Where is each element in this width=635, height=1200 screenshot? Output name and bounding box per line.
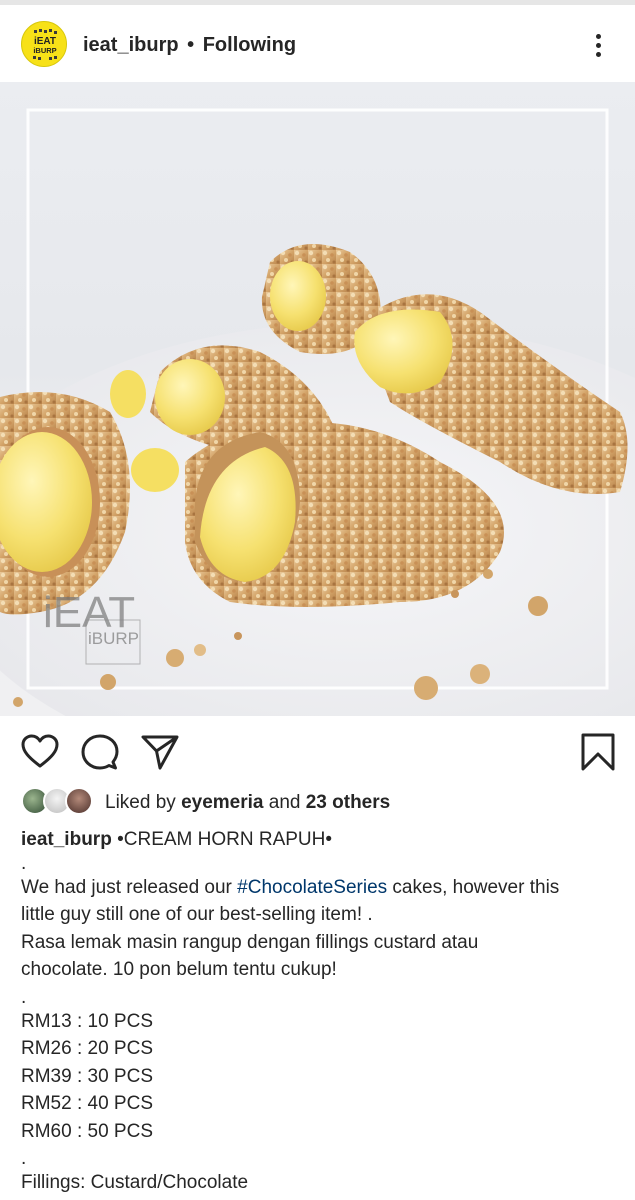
send-icon[interactable]	[140, 732, 180, 772]
post-header: iEAT iBURP ieat_iburp • Following	[0, 5, 635, 82]
caption-dot: .	[21, 852, 27, 874]
price-line: RM60 : 50 PCS	[21, 1120, 153, 1142]
caption: ieat_iburp •CREAM HORN RAPUH• . We had j…	[21, 826, 621, 1197]
avatar[interactable]: iEAT iBURP	[21, 21, 67, 67]
comment-icon[interactable]	[80, 732, 120, 772]
caption-line: little guy still one of our best-selling…	[21, 904, 373, 925]
price-line: RM39 : 30 PCS	[21, 1065, 153, 1087]
caption-dot: .	[21, 1148, 27, 1169]
caption-line1-a: We had just released our	[21, 876, 238, 898]
likes-conjunction: and	[268, 792, 301, 813]
likes-text: Liked by eyemeria and 23 others	[105, 792, 390, 814]
more-vertical-icon[interactable]	[588, 31, 608, 61]
caption-dot: .	[21, 986, 27, 1008]
header-title: ieat_iburp • Following	[83, 34, 296, 56]
caption-title: •CREAM HORN RAPUH•	[117, 829, 333, 850]
fillings-line: Fillings: Custard/Chocolate	[21, 1172, 249, 1193]
bookmark-icon[interactable]	[578, 732, 618, 772]
avatar-logo-text-2: iBURP	[33, 46, 56, 55]
post-image[interactable]: iEAT iBURP	[0, 82, 635, 716]
post-image-graphic: iEAT iBURP	[0, 108, 635, 716]
avatar-logo: iEAT iBURP	[23, 23, 66, 66]
caption-username[interactable]: ieat_iburp	[21, 829, 112, 850]
price-line: RM13 : 10 PCS	[21, 1010, 153, 1032]
heart-icon[interactable]	[20, 732, 60, 772]
liker-avatar	[65, 787, 93, 815]
likes-row[interactable]: Liked by eyemeria and 23 others	[21, 787, 621, 817]
username-link[interactable]: ieat_iburp	[83, 34, 179, 56]
caption-line: Rasa lemak masin rangup dengan fillings …	[21, 931, 479, 953]
watermark-text-2: iBURP	[88, 629, 139, 648]
price-line: RM52 : 40 PCS	[21, 1093, 153, 1114]
liker-username[interactable]: eyemeria	[181, 792, 263, 813]
price-line: RM26 : 20 PCS	[21, 1038, 153, 1059]
caption-line: chocolate. 10 pon belum tentu cukup!	[21, 959, 337, 980]
likes-prefix: Liked by	[105, 792, 176, 813]
caption-line1-b: cakes, however this	[387, 876, 560, 898]
separator-dot: •	[187, 34, 195, 56]
hashtag-link[interactable]: #ChocolateSeries	[237, 877, 387, 898]
likes-others-link[interactable]: 23 others	[306, 792, 390, 813]
follow-status-button[interactable]: Following	[203, 34, 296, 56]
